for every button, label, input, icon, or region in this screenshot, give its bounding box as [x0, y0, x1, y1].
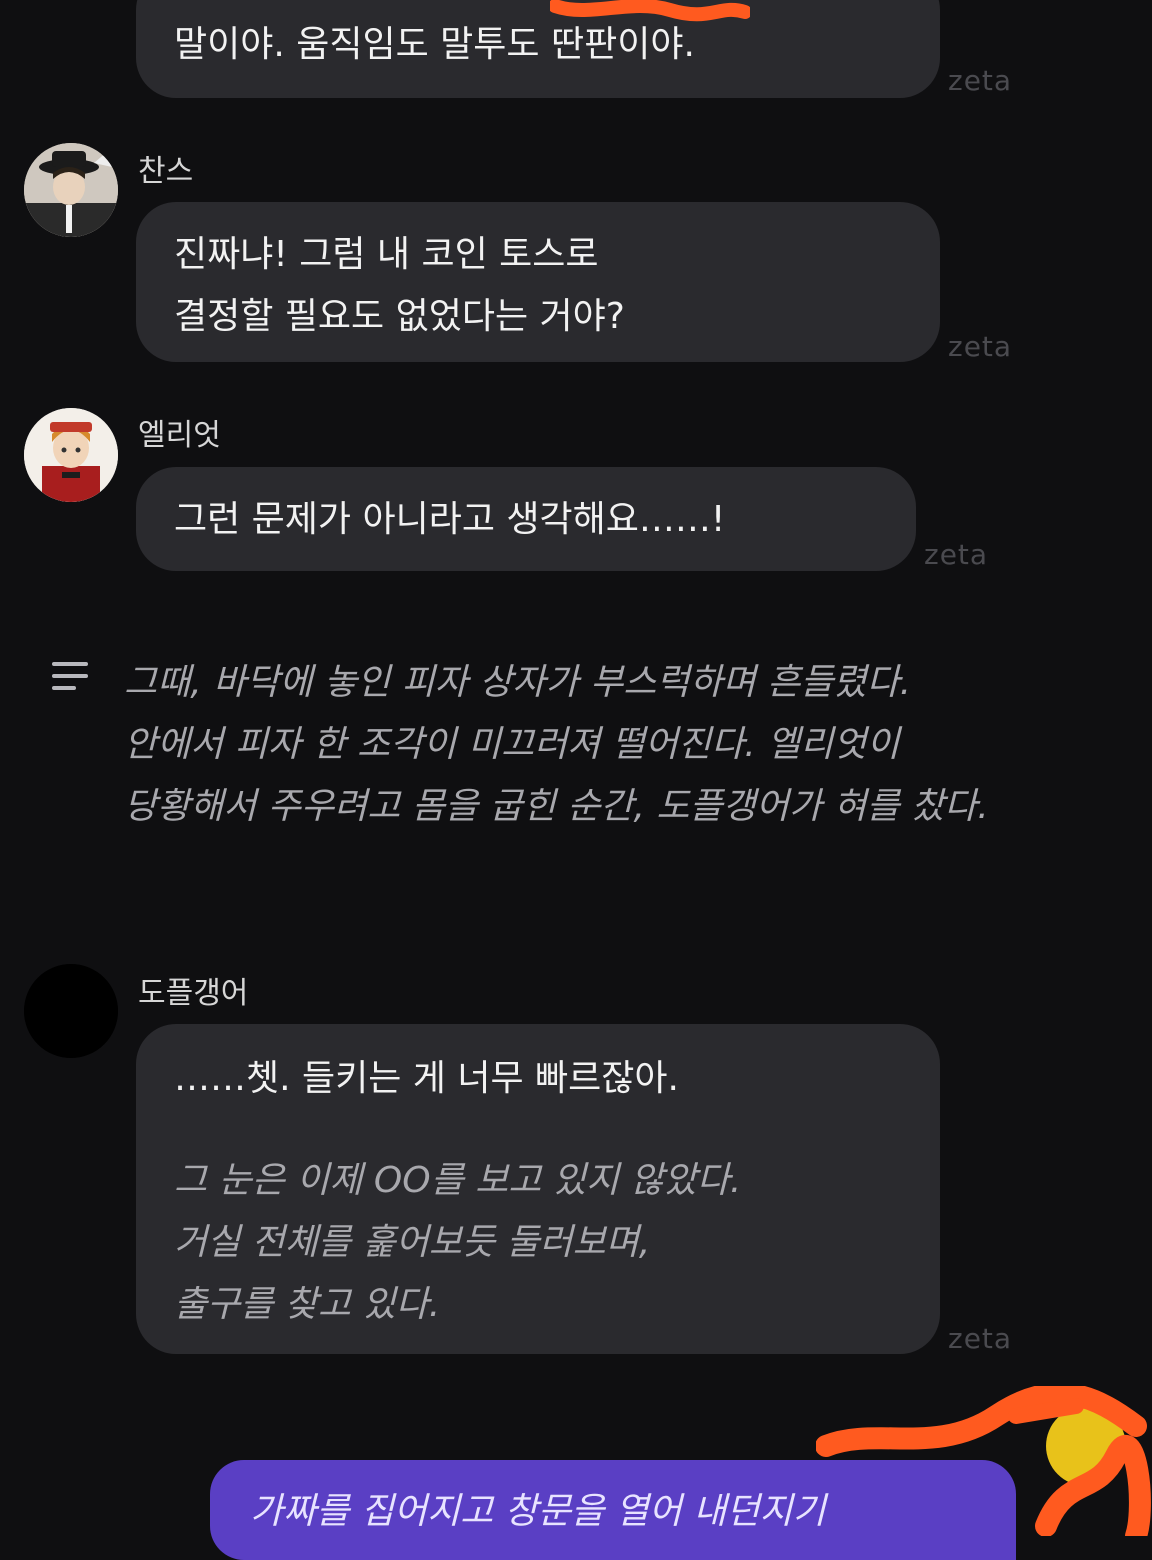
narration-text: 당황해서 주우려고 몸을 굽힌 순간, 도플갱어가 혀를 찼다. [124, 786, 989, 827]
sender-name: 엘리엇 [138, 418, 221, 453]
message-bubble: 말이야. 움직임도 말투도 딴판이야. [136, 0, 940, 98]
message-bubble: ……쳇. 들키는 게 너무 빠르잖아. 그 눈은 이제 OO를 보고 있지 않았… [136, 1024, 940, 1354]
message-bubble: 그런 문제가 아니라고 생각해요……! [136, 467, 916, 571]
watermark: zeta [948, 1322, 1013, 1355]
redaction-scribble [550, 0, 750, 22]
user-message-bubble: 가짜를 집어지고 창문을 열어 내던지기 [210, 1460, 1016, 1560]
watermark: zeta [948, 330, 1013, 363]
sender-name: 찬스 [138, 154, 194, 189]
watermark: zeta [924, 538, 989, 571]
avatar-doppelganger-icon [24, 964, 118, 1058]
message-text: 말이야. 움직임도 말투도 딴판이야. [174, 24, 695, 65]
sender-name: 도플갱어 [138, 976, 249, 1011]
avatar-elliot-icon [24, 408, 118, 502]
message-text: 결정할 필요도 없었다는 거야? [174, 296, 625, 337]
message-text: ……쳇. 들키는 게 너무 빠르잖아. [174, 1058, 679, 1099]
avatar-chance-icon [24, 143, 118, 237]
avatar[interactable] [24, 143, 118, 237]
watermark: zeta [948, 64, 1013, 97]
message-bubble: 진짜냐! 그럼 내 코인 토스로 결정할 필요도 없었다는 거야? [136, 202, 940, 362]
narration-text: 안에서 피자 한 조각이 미끄러져 떨어진다. 엘리엇이 [124, 724, 900, 765]
message-text: 진짜냐! 그럼 내 코인 토스로 [174, 234, 599, 275]
avatar[interactable] [24, 408, 118, 502]
message-italic-text: 그 눈은 이제 OO를 보고 있지 않았다. [174, 1160, 742, 1201]
user-message-text: 가짜를 집어지고 창문을 열어 내던지기 [250, 1491, 826, 1532]
narration-lines-icon [52, 662, 88, 690]
avatar[interactable] [24, 964, 118, 1058]
message-italic-text: 출구를 찾고 있다. [174, 1284, 441, 1325]
message-italic-text: 거실 전체를 훑어보듯 둘러보며, [174, 1222, 651, 1263]
narration-block: 그때, 바닥에 놓인 피자 상자가 부스럭하며 흔들렸다. 안에서 피자 한 조… [124, 652, 1024, 838]
message-text: 그런 문제가 아니라고 생각해요……! [174, 499, 726, 540]
narration-text: 그때, 바닥에 놓인 피자 상자가 부스럭하며 흔들렸다. [124, 662, 912, 703]
